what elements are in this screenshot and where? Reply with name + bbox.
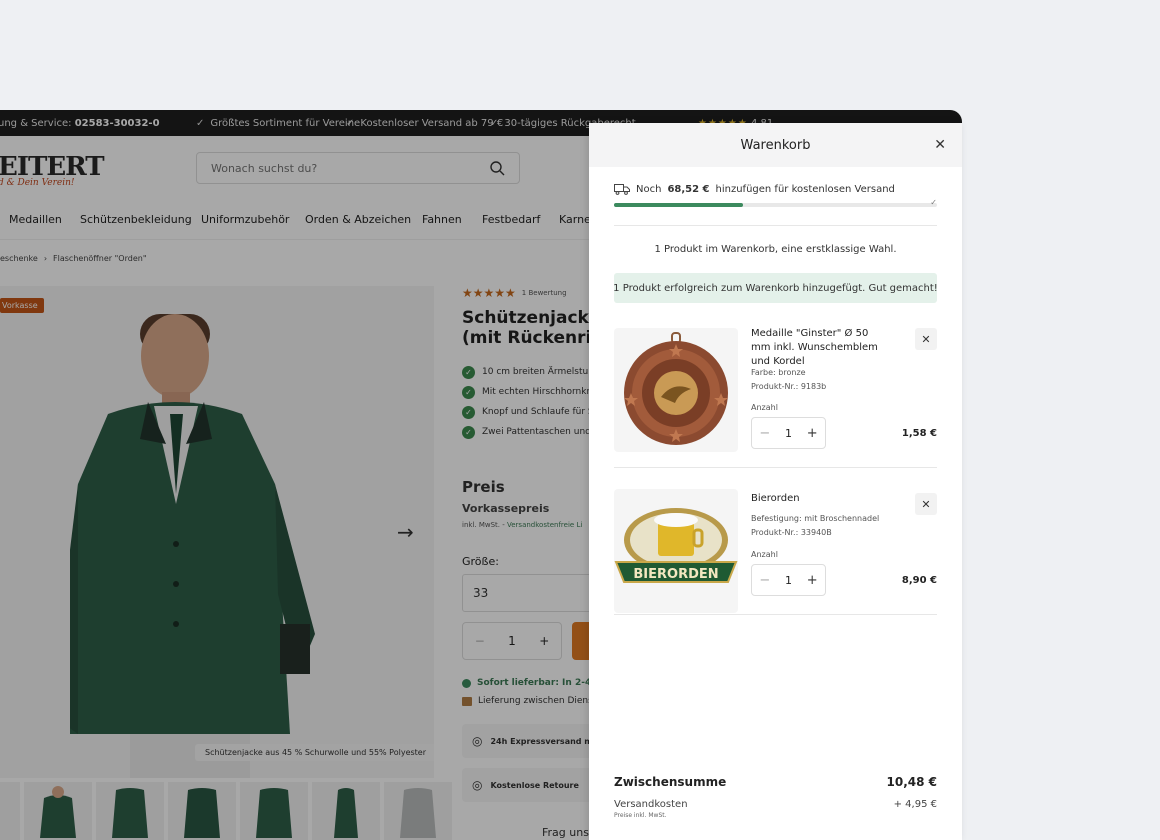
cart-drawer: Warenkorb ✕ Noch 68,52 € hinzufügen für ko… bbox=[589, 123, 962, 840]
free-shipping-progress: Noch 68,52 € hinzufügen für kostenlosen Ve… bbox=[589, 167, 962, 207]
cart-header: Warenkorb ✕ bbox=[589, 123, 962, 167]
tax-note: Preise inkl. MwSt. bbox=[614, 812, 667, 819]
close-icon: ✕ bbox=[921, 497, 931, 511]
shipping-cost-value: + 4,95 € bbox=[893, 799, 937, 810]
quantity-label: Anzahl bbox=[751, 550, 778, 559]
cart-item: BIERORDEN Bierorden ✕ Befestigung: mit B… bbox=[614, 468, 937, 620]
close-icon: ✕ bbox=[921, 332, 931, 346]
subtotal-row: Zwischensumme 10,48 € bbox=[614, 775, 937, 789]
cart-item-price: 8,90 € bbox=[901, 575, 937, 586]
quantity-value[interactable]: 1 bbox=[785, 427, 792, 440]
cart-item: Medaille "Ginster" Ø 50 mm inkl. Wunsche… bbox=[614, 303, 937, 455]
free-shipping-text: Noch 68,52 € hinzufügen für kostenlosen Ve… bbox=[614, 183, 937, 195]
cart-item-image[interactable] bbox=[614, 328, 738, 452]
cart-totals: Zwischensumme 10,48 € Versandkosten + 4,95… bbox=[614, 775, 937, 819]
quantity-value[interactable]: 1 bbox=[785, 574, 792, 587]
minus-icon[interactable]: − bbox=[759, 573, 770, 588]
cart-item-attributes: Farbe: bronze Produkt-Nr.: 9183b bbox=[751, 368, 827, 391]
bierorden-image-text: BIERORDEN bbox=[633, 567, 718, 582]
close-icon[interactable]: ✕ bbox=[934, 137, 946, 153]
divider bbox=[614, 225, 937, 226]
remove-item-button[interactable]: ✕ bbox=[915, 493, 937, 515]
plus-icon[interactable]: + bbox=[807, 573, 818, 588]
quantity-label: Anzahl bbox=[751, 403, 778, 412]
shipping-progress-bar: ✓ bbox=[614, 198, 937, 207]
subtotal-value: 10,48 € bbox=[886, 775, 937, 789]
cart-item-price: 1,58 € bbox=[901, 428, 937, 439]
quantity-stepper: − 1 + bbox=[751, 564, 826, 596]
cart-item-name[interactable]: Bierorden bbox=[751, 492, 886, 506]
shipping-cost-row: Versandkosten + 4,95 € bbox=[614, 799, 937, 810]
truck-icon bbox=[614, 184, 630, 195]
minus-icon[interactable]: − bbox=[759, 426, 770, 441]
cart-item-name[interactable]: Medaille "Ginster" Ø 50 mm inkl. Wunsche… bbox=[751, 327, 886, 369]
cart-item-attributes: Befestigung: mit Broschennadel Produkt-N… bbox=[751, 514, 880, 537]
cart-title: Warenkorb bbox=[740, 137, 811, 153]
check-icon: ✓ bbox=[930, 198, 937, 207]
success-notice: 1 Produkt erfolgreich zum Warenkorb hinz… bbox=[613, 273, 938, 303]
cart-item-image[interactable]: BIERORDEN bbox=[614, 489, 738, 613]
quantity-stepper: − 1 + bbox=[751, 417, 826, 449]
plus-icon[interactable]: + bbox=[807, 426, 818, 441]
cart-count-text: 1 Produkt im Warenkorb, eine erstklassig… bbox=[654, 244, 897, 255]
remove-item-button[interactable]: ✕ bbox=[915, 328, 937, 350]
